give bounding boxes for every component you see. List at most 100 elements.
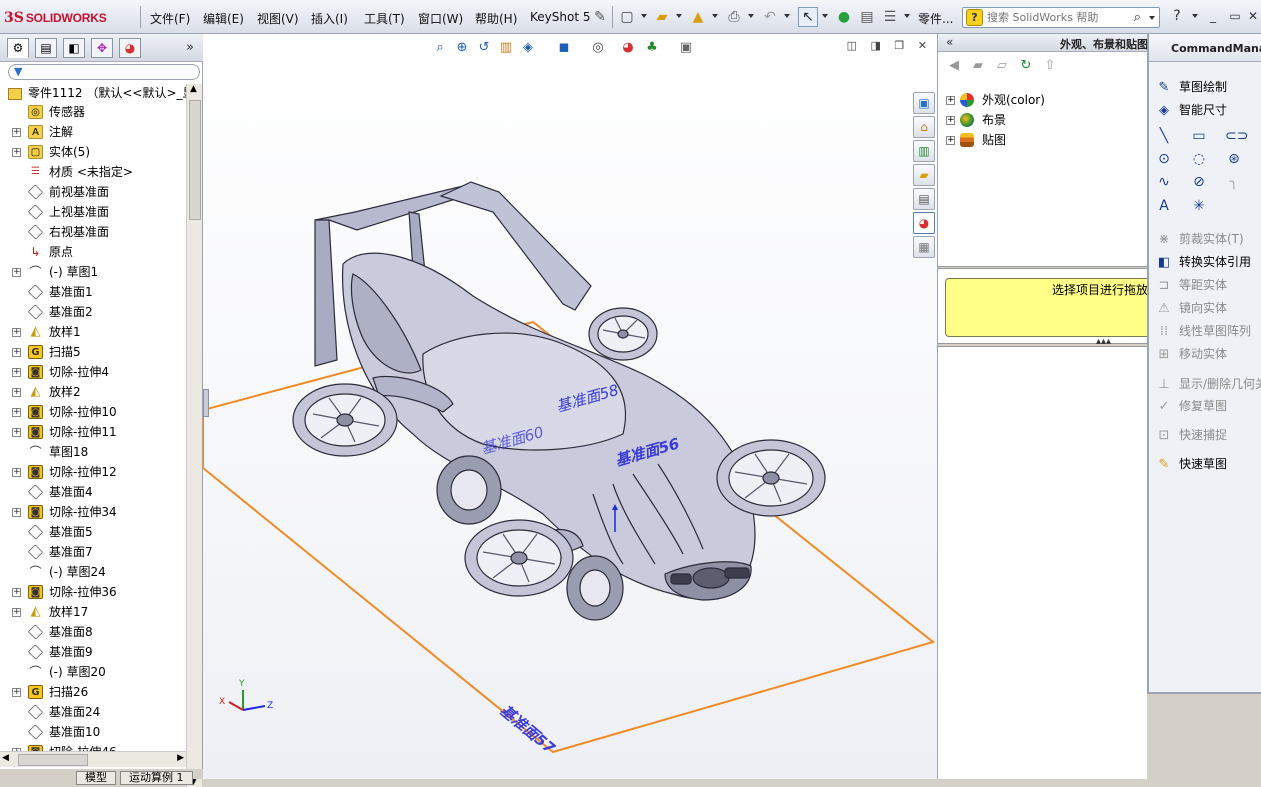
feature-tree-item[interactable]: + A 注解 xyxy=(0,122,186,142)
restore-icon[interactable]: ▭ xyxy=(1226,8,1244,24)
feature-tree-item[interactable]: + ◭ 放样2 xyxy=(0,382,186,402)
feature-filter-box[interactable]: ▼ xyxy=(8,64,200,80)
fillet-icon[interactable]: ╮ xyxy=(1225,174,1243,190)
panel-split-handle[interactable] xyxy=(203,389,209,417)
new-document-icon[interactable]: ▢ xyxy=(617,7,637,27)
feature-tree-item[interactable]: 基准面8 xyxy=(0,622,186,642)
feature-tree-item[interactable]: 基准面10 xyxy=(0,722,186,742)
polygon-icon[interactable]: ⊛ xyxy=(1225,151,1243,167)
expand-icon[interactable]: + xyxy=(12,608,21,617)
expand-tabs-icon[interactable]: » xyxy=(186,40,194,55)
tree-vertical-scrollbar[interactable]: ▲ ▼ xyxy=(186,84,202,787)
menu-file[interactable]: 文件(F) xyxy=(150,10,190,27)
up-level-icon[interactable]: ⇧ xyxy=(1040,56,1060,76)
sketch-button[interactable]: ✎ 草图绘制 xyxy=(1155,76,1227,96)
expand-icon[interactable]: + xyxy=(946,96,955,105)
rapid-sketch-button[interactable]: ✎ 快速草图 xyxy=(1155,453,1227,473)
open-folder-icon[interactable]: ▱ xyxy=(992,56,1012,76)
custom-properties-icon[interactable]: ▦ xyxy=(913,236,935,258)
feature-tree-item[interactable]: + ◭ 放样17 xyxy=(0,602,186,622)
feature-tree-item[interactable]: 上视基准面 xyxy=(0,202,186,222)
pane-divider[interactable] xyxy=(938,266,1148,269)
feature-tree-item[interactable]: + ◭ 放样1 xyxy=(0,322,186,342)
search-input[interactable] xyxy=(987,10,1127,25)
menu-window[interactable]: 窗口(W) xyxy=(418,10,463,27)
expand-icon[interactable]: + xyxy=(12,408,21,417)
expand-icon[interactable]: + xyxy=(12,688,21,697)
menu-view[interactable]: 视图(V) xyxy=(257,10,299,27)
graphics-area[interactable]: ⌕ ⊕ ↺ ▥ ◈ ◼ ◎ ◕ ♣ ▣ ◫ ◨ ❐ ✕ 基准面58 基准面60 … xyxy=(203,34,937,779)
menu-keyshot[interactable]: KeyShot 5 xyxy=(530,10,590,24)
circle-icon[interactable]: ⊙ xyxy=(1155,151,1173,167)
feature-tree-item[interactable]: + ◙ 切除-拉伸36 xyxy=(0,582,186,602)
feature-tree-item[interactable]: + ⌒ (-) 草图1 xyxy=(0,262,186,282)
open-dropdown-arrow[interactable] xyxy=(676,14,682,18)
help-search-box[interactable]: ? ⌕ xyxy=(962,7,1160,28)
feature-tree-item[interactable]: 基准面5 xyxy=(0,522,186,542)
feature-tree-item[interactable]: 右视基准面 xyxy=(0,222,186,242)
dimxpert-tab-icon[interactable]: ✥ xyxy=(91,38,113,58)
expand-icon[interactable]: + xyxy=(12,428,21,437)
hscroll-thumb[interactable] xyxy=(18,754,88,766)
expand-icon[interactable]: + xyxy=(12,368,21,377)
line-icon[interactable]: ╲ xyxy=(1155,128,1173,144)
pin-icon[interactable]: ✎ xyxy=(590,7,610,27)
menu-insert[interactable]: 插入(I) xyxy=(311,10,348,27)
scroll-left-arrow[interactable]: ◀ xyxy=(2,753,9,763)
point-icon[interactable]: ✳ xyxy=(1190,198,1208,214)
expand-icon[interactable]: + xyxy=(946,116,955,125)
print-icon[interactable]: ⎙ xyxy=(724,7,744,27)
undo-dropdown-arrow[interactable] xyxy=(784,14,790,18)
help-icon[interactable]: ? xyxy=(1168,8,1186,24)
tab-motion-study[interactable]: 运动算例 1 xyxy=(120,771,193,785)
feature-tree-item[interactable]: ⌒ (-) 草图20 xyxy=(0,662,186,682)
configuration-manager-tab-icon[interactable]: ◧ xyxy=(63,38,85,58)
repair-sketch-button[interactable]: ✓ 修复草图 xyxy=(1155,395,1227,415)
trim-entities-button[interactable]: ⋇ 剪裁实体(T) xyxy=(1155,228,1244,248)
menu-tools[interactable]: 工具(T) xyxy=(364,10,405,27)
tab-model[interactable]: 模型 xyxy=(76,771,116,785)
feature-tree-item[interactable]: 基准面4 xyxy=(0,482,186,502)
plane-label-57[interactable]: 基准面57 xyxy=(496,701,558,757)
expand-icon[interactable]: + xyxy=(12,268,21,277)
options-icon[interactable]: ☰ xyxy=(880,7,900,27)
spline-icon[interactable]: ∿ xyxy=(1155,174,1173,190)
property-manager-tab-icon[interactable]: ▤ xyxy=(35,38,57,58)
feature-tree-item[interactable]: 基准面7 xyxy=(0,542,186,562)
search-magnifier-icon[interactable]: ⌕ xyxy=(1134,10,1141,25)
design-library-icon[interactable]: ⌂ xyxy=(913,116,935,138)
feature-tree-item[interactable]: 基准面9 xyxy=(0,642,186,662)
part-root-node[interactable]: 零件1112 （默认<<默认>_显 xyxy=(8,84,195,101)
view-palette-icon[interactable]: ▤ xyxy=(913,188,935,210)
mirror-entities-button[interactable]: ⚠ 镜向实体 xyxy=(1155,297,1227,317)
expand-icon[interactable]: + xyxy=(12,468,21,477)
convert-entities-button[interactable]: ◧ 转换实体引用 xyxy=(1155,251,1251,271)
solidworks-resources-icon[interactable]: ▣ xyxy=(913,92,935,114)
offset-entities-button[interactable]: ⊐ 等距实体 xyxy=(1155,274,1227,294)
scroll-thumb[interactable] xyxy=(189,100,201,220)
feature-tree-item[interactable]: + ▢ 实体(5) xyxy=(0,142,186,162)
add-folder-icon[interactable]: ▰ xyxy=(968,56,988,76)
feature-manager-tab-icon[interactable]: ⚙ xyxy=(7,38,29,58)
collapse-pane-icon[interactable]: « xyxy=(946,35,953,49)
smart-dimension-button[interactable]: ◈ 智能尺寸 xyxy=(1155,99,1227,119)
feature-tree-item[interactable]: + ◙ 切除-拉伸10 xyxy=(0,402,186,422)
feature-tree-item[interactable]: ⌒ 草图18 xyxy=(0,442,186,462)
feature-tree-item[interactable]: ⌒ (-) 草图24 xyxy=(0,562,186,582)
expand-icon[interactable]: + xyxy=(12,128,21,137)
save-icon[interactable]: ▲ xyxy=(688,7,708,27)
minimize-icon[interactable]: _ xyxy=(1204,8,1222,24)
rebuild-traffic-light-icon[interactable]: ● xyxy=(834,7,854,27)
open-folder-icon[interactable]: ▰ xyxy=(652,7,672,27)
move-entities-button[interactable]: ⊞ 移动实体 xyxy=(1155,343,1227,363)
scroll-up-arrow[interactable]: ▲ xyxy=(190,84,197,94)
feature-tree-item[interactable]: 基准面24 xyxy=(0,702,186,722)
search-folder-icon[interactable]: ▰ xyxy=(913,164,935,186)
options-dropdown-arrow[interactable] xyxy=(904,14,910,18)
feature-tree-item[interactable]: + ◙ 切除-拉伸11 xyxy=(0,422,186,442)
file-explorer-icon[interactable]: ▥ xyxy=(913,140,935,162)
save-dropdown-arrow[interactable] xyxy=(712,14,718,18)
quick-snap-button[interactable]: ⊡ 快速捕捉 xyxy=(1155,424,1227,444)
feature-tree-item[interactable]: ☰ 材质 <未指定> xyxy=(0,162,186,182)
print-dropdown-arrow[interactable] xyxy=(748,14,754,18)
